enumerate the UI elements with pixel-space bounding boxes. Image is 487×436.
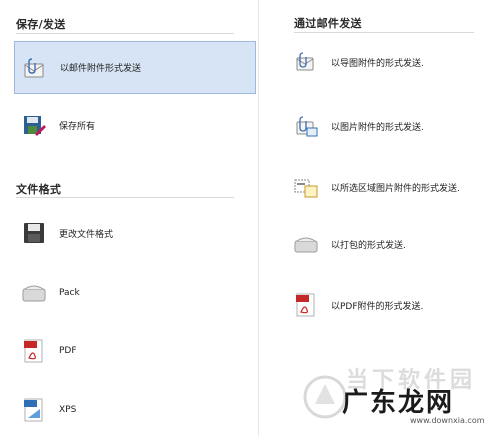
email-attachment-icon bbox=[22, 55, 48, 81]
xps-icon bbox=[21, 397, 47, 423]
save-all-button[interactable]: 保存所有 bbox=[14, 110, 256, 140]
send-as-package-label: 以打包的形式发送. bbox=[331, 240, 406, 251]
selection-image-attachment-icon bbox=[293, 174, 319, 200]
send-as-image-attachment-button[interactable]: 以图片附件的形式发送. bbox=[293, 111, 483, 141]
mindmap-attachment-icon bbox=[293, 49, 319, 75]
image-attachment-icon bbox=[293, 113, 319, 139]
xps-label: XPS bbox=[59, 405, 77, 415]
section-divider bbox=[16, 33, 234, 34]
send-as-pdf-attachment-label: 以PDF附件的形式发送. bbox=[331, 301, 424, 312]
send-as-image-attachment-label: 以图片附件的形式发送. bbox=[331, 122, 424, 133]
send-as-mindmap-attachment-label: 以导图附件的形式发送. bbox=[331, 58, 424, 69]
watermark-url: www.downxia.com bbox=[410, 416, 485, 425]
pdf-button[interactable]: PDF bbox=[14, 336, 256, 366]
pdf-label: PDF bbox=[59, 346, 77, 356]
change-file-format-label: 更改文件格式 bbox=[59, 229, 114, 240]
file-format-section-title: 文件格式 bbox=[16, 183, 62, 196]
send-as-selection-image-attachment-label: 以所选区域图片附件的形式发送. bbox=[331, 183, 460, 194]
site-watermark: 当下软件园 广东龙网 www.downxia.com bbox=[302, 366, 485, 430]
watermark-line2: 广东龙网 bbox=[342, 388, 455, 418]
pdf-attachment-icon bbox=[293, 292, 319, 318]
section-divider bbox=[16, 197, 234, 198]
send-by-email-section-title: 通过邮件发送 bbox=[294, 17, 362, 30]
pdf-icon bbox=[21, 338, 47, 364]
save-all-label: 保存所有 bbox=[59, 121, 96, 132]
pack-label: Pack bbox=[59, 288, 80, 298]
save-send-section-title: 保存/发送 bbox=[16, 18, 66, 31]
package-send-icon bbox=[293, 231, 319, 257]
xps-button[interactable]: XPS bbox=[14, 395, 256, 425]
send-as-email-attachment-label: 以邮件附件形式发送 bbox=[60, 64, 142, 74]
left-panel: 保存/发送 以邮件附件形式发送 保存所有 文件格式 更改文件格式 Pack PD… bbox=[0, 0, 258, 436]
change-file-format-button[interactable]: 更改文件格式 bbox=[14, 218, 256, 248]
send-as-pdf-attachment-button[interactable]: 以PDF附件的形式发送. bbox=[293, 290, 483, 320]
floppy-disk-icon bbox=[21, 220, 47, 246]
package-icon bbox=[21, 280, 47, 306]
send-as-email-attachment-button[interactable]: 以邮件附件形式发送 bbox=[14, 41, 256, 94]
send-as-selection-image-attachment-button[interactable]: 以所选区域图片附件的形式发送. bbox=[293, 172, 483, 202]
send-as-mindmap-attachment-button[interactable]: 以导图附件的形式发送. bbox=[293, 47, 483, 77]
section-divider bbox=[294, 32, 474, 33]
pack-button[interactable]: Pack bbox=[14, 278, 256, 308]
save-all-icon bbox=[21, 112, 47, 138]
send-as-package-button[interactable]: 以打包的形式发送. bbox=[293, 229, 483, 259]
